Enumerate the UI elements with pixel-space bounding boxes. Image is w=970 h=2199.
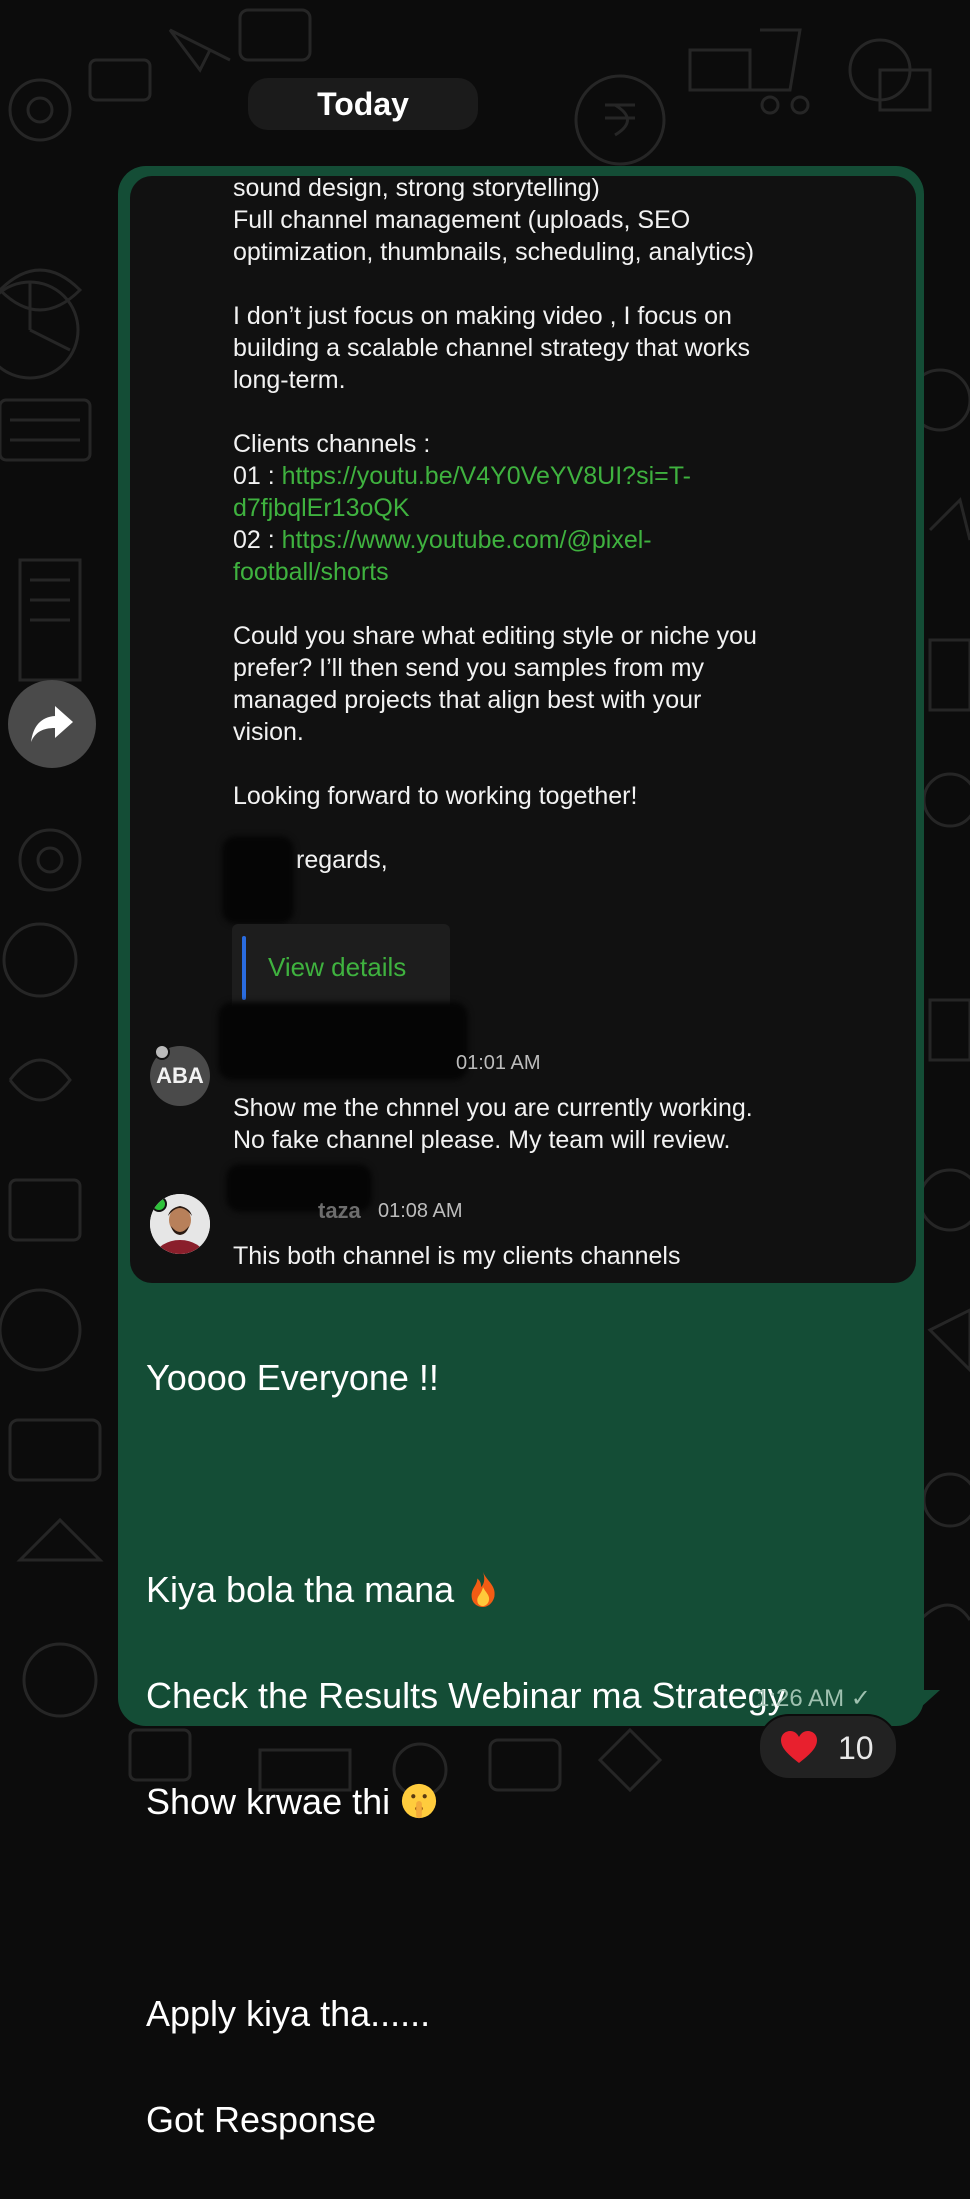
message-line: Full channel management (uploads, SEO op… [233, 206, 755, 266]
bubble-tail [900, 1690, 940, 1726]
redaction [218, 1002, 468, 1080]
date-divider: Today [248, 78, 478, 130]
heart-emoji [781, 1731, 817, 1763]
caption-text: Kiya bola tha mana [146, 1569, 465, 1610]
message-paragraph: I don’t just focus on making video , I f… [233, 302, 750, 394]
embedded-screenshot[interactable]: sound design, strong storytelling) Full … [130, 176, 916, 1283]
caption-line: Kiya bola tha mana [146, 1563, 906, 1616]
view-details-label: View details [268, 952, 407, 982]
client-link-2[interactable]: 02 : https://www.youtube.com/@pixel- foo… [233, 524, 883, 588]
redaction [222, 836, 294, 924]
avatar[interactable]: ABA [150, 1044, 210, 1106]
caption-line: Apply kiya tha...... [146, 1993, 431, 2034]
caption-line: Show krwae thi [146, 1775, 906, 1828]
reply-text: This both channel is my clients channels [233, 1242, 681, 1270]
message-line: sound design, strong storytelling) [233, 176, 600, 202]
view-details-button[interactable]: View details [232, 924, 450, 1012]
reply-time: 01:01 AM [456, 1052, 541, 1074]
shushing-emoji [402, 1783, 437, 1819]
youtube-link[interactable]: https://youtu.be/V4Y0VeYV8UI?si=T- d7fjb… [233, 462, 691, 522]
reply-time: 01:08 AM [378, 1200, 463, 1222]
youtube-link[interactable]: https://www.youtube.com/@pixel- football… [233, 526, 652, 586]
caption-line: Yoooo Everyone !! [146, 1357, 439, 1398]
sent-check-icon: ✓ [850, 1685, 871, 1712]
forward-button[interactable] [8, 680, 96, 768]
message-paragraph: Looking forward to working together! [233, 782, 638, 810]
online-status-dot [151, 1196, 167, 1212]
clients-heading: Clients channels : [233, 430, 431, 458]
accent-bar [242, 936, 246, 1000]
client-label: 02 : [233, 526, 282, 554]
client-label: 01 : [233, 462, 282, 490]
avatar-initials: ABA [156, 1063, 204, 1088]
forward-icon [31, 706, 73, 742]
fire-emoji [471, 1571, 495, 1608]
client-link-1[interactable]: 01 : https://youtu.be/V4Y0VeYV8UI?si=T- … [233, 460, 883, 524]
reaction-count: 10 [838, 1730, 874, 1766]
caption-text: Show krwae thi [146, 1781, 401, 1822]
signoff: regards, [296, 846, 388, 874]
sender-name: taza [318, 1198, 361, 1223]
reply-text: Show me the chnnel you are currently wor… [233, 1094, 753, 1154]
caption-line: Got Response [146, 2099, 377, 2140]
status-dot [154, 1044, 170, 1060]
reaction-badge[interactable]: 10 [758, 1714, 898, 1780]
message-paragraph: Could you share what editing style or ni… [233, 622, 757, 746]
message-timestamp: 1:26 AM ✓ [756, 1684, 871, 1713]
time-text: 1:26 AM [756, 1685, 845, 1712]
avatar[interactable] [150, 1194, 210, 1254]
